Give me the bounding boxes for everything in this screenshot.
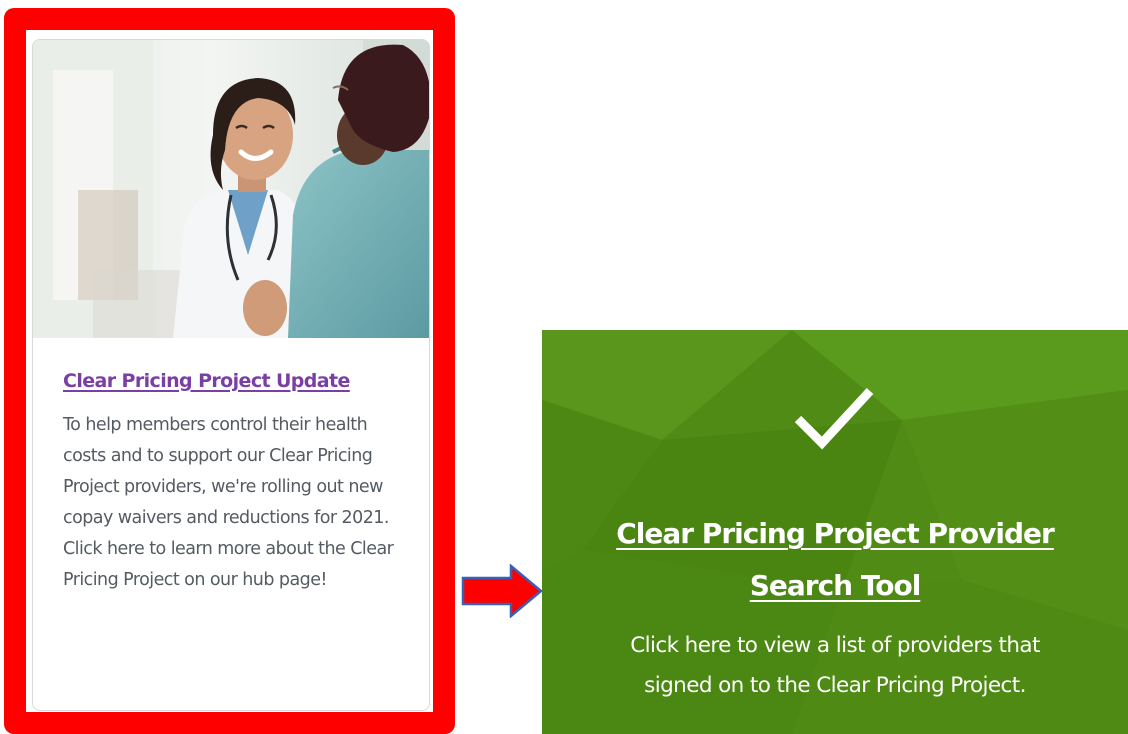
tile-title-link[interactable]: Clear Pricing Project Provider Search To…: [542, 508, 1128, 612]
tile-description: Click here to view a list of providers t…: [542, 626, 1128, 706]
card-body: Clear Pricing Project Update To help mem…: [63, 370, 403, 596]
doctor-patient-image: [33, 40, 429, 338]
card-title-link[interactable]: Clear Pricing Project Update: [63, 370, 403, 392]
right-arrow-icon: [461, 564, 543, 618]
news-card[interactable]: Clear Pricing Project Update To help mem…: [32, 39, 430, 711]
tile-desc-line1: Click here to view a list of providers t…: [630, 633, 1040, 658]
card-photo: [33, 40, 429, 338]
tile-title-line1: Clear Pricing Project Provider: [616, 517, 1055, 550]
comparison-stage: Clear Pricing Project Update To help mem…: [0, 0, 1128, 734]
tile-desc-line2: signed on to the Clear Pricing Project.: [644, 673, 1026, 698]
provider-search-tile[interactable]: Clear Pricing Project Provider Search To…: [542, 330, 1128, 734]
checkmark-icon: [794, 387, 874, 450]
card-description: To help members control their health cos…: [63, 415, 394, 590]
tile-title-line2: Search Tool: [749, 569, 922, 602]
